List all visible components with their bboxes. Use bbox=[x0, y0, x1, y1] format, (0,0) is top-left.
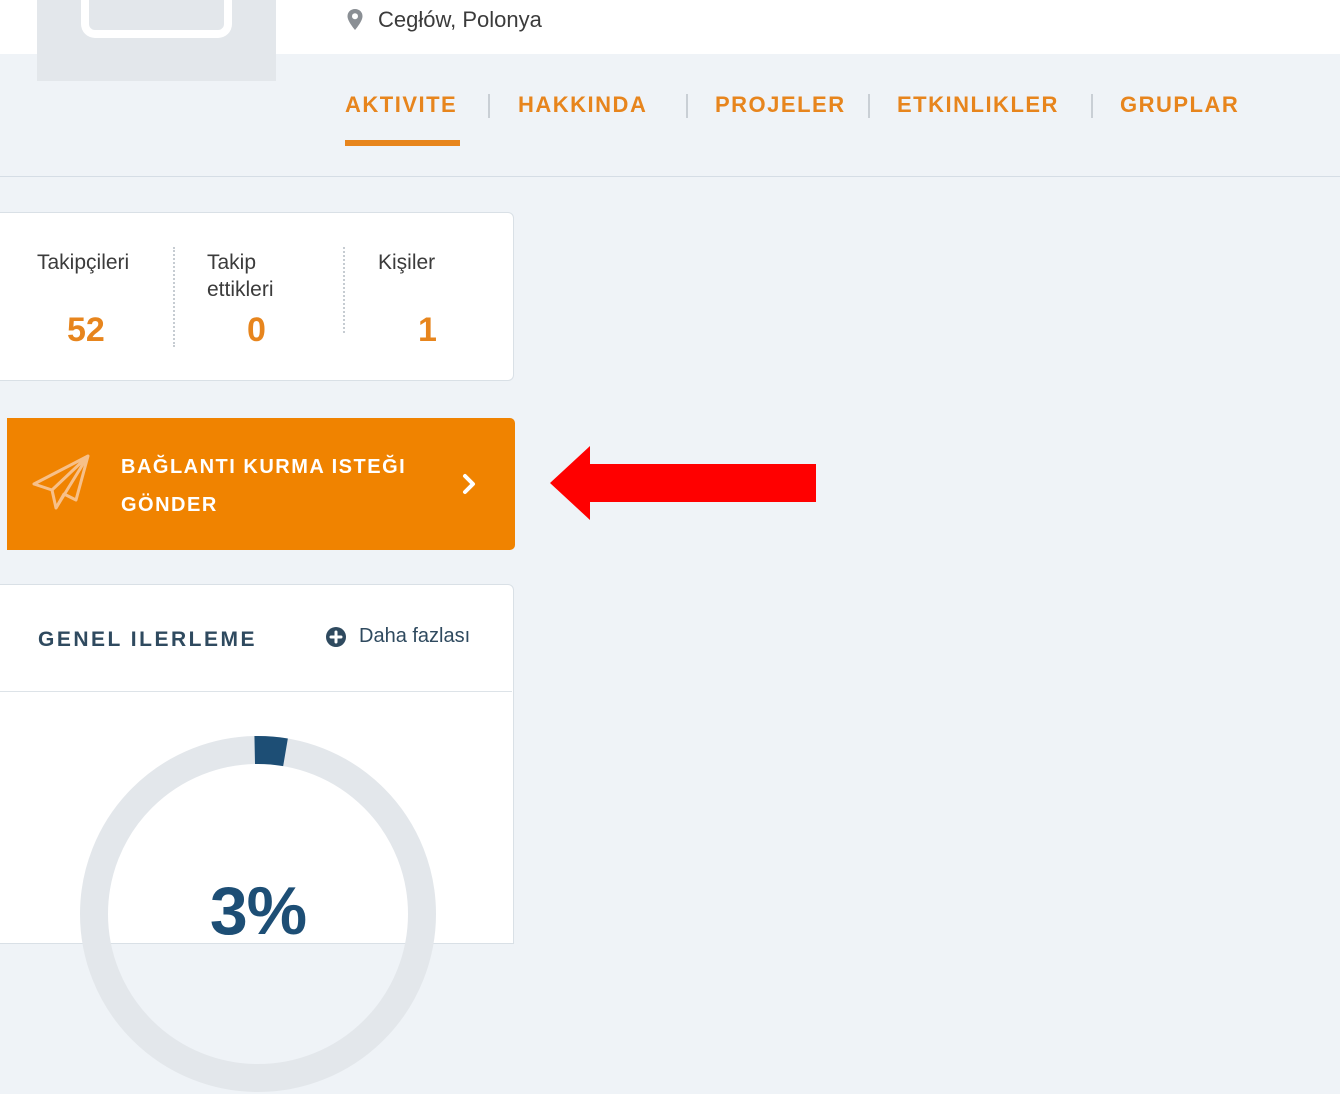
location-pin-icon bbox=[347, 9, 363, 30]
avatar-placeholder-shape bbox=[81, 0, 232, 38]
more-link[interactable]: Daha fazlası bbox=[325, 625, 470, 648]
stats-card: Takipçileri 52 Takip ettikleri 0 Kişiler… bbox=[0, 212, 514, 381]
tab-hakkinda[interactable]: HAKKINDA bbox=[518, 92, 647, 118]
stat-contacts[interactable]: Kişiler bbox=[378, 249, 488, 276]
paper-plane-icon bbox=[32, 454, 90, 510]
stat-label: Kişiler bbox=[378, 251, 436, 274]
tab-separator bbox=[488, 94, 490, 118]
tab-separator bbox=[868, 94, 870, 118]
stat-label: Takipçileri bbox=[37, 251, 130, 274]
stat-followers[interactable]: Takipçileri bbox=[37, 249, 157, 276]
location-text: Cegłów, Polonya bbox=[378, 7, 542, 32]
send-connection-request-button[interactable]: BAĞLANTI KURMA ISTEĞI GÖNDER bbox=[7, 418, 515, 550]
cta-label-line-2: GÖNDER bbox=[121, 494, 218, 516]
stat-divider bbox=[173, 247, 175, 347]
active-tab-indicator bbox=[345, 140, 460, 146]
plus-circle-icon bbox=[326, 626, 346, 647]
tab-etkinlikler[interactable]: ETKINLIKLER bbox=[897, 92, 1059, 118]
tab-aktivite[interactable]: AKTIVITE bbox=[345, 92, 457, 118]
profile-tabs: AKTIVITE HAKKINDA PROJELER ETKINLIKLER G… bbox=[0, 54, 1340, 177]
tab-separator bbox=[686, 94, 688, 118]
stat-divider bbox=[343, 247, 345, 333]
chevron-right-icon bbox=[463, 474, 475, 494]
stat-following[interactable]: Takip ettikleri bbox=[207, 249, 307, 303]
stat-followers-value[interactable]: 52 bbox=[67, 311, 105, 350]
tab-projeler[interactable]: PROJELER bbox=[715, 92, 846, 118]
tab-separator bbox=[1091, 94, 1093, 118]
cta-label: BAĞLANTI KURMA ISTEĞI GÖNDER bbox=[121, 448, 441, 524]
location: Cegłów, Polonya bbox=[346, 6, 542, 34]
progress-title: GENEL ILERLEME bbox=[38, 628, 257, 651]
progress-arc bbox=[254, 736, 288, 767]
progress-percentage: 3% bbox=[209, 873, 307, 949]
stat-label: Takip ettikleri bbox=[207, 251, 274, 301]
progress-card-header: GENEL ILERLEME Daha fazlası bbox=[0, 585, 512, 692]
stat-following-value[interactable]: 0 bbox=[247, 311, 266, 350]
red-annotation-arrow-icon bbox=[550, 446, 816, 520]
tab-gruplar[interactable]: GRUPLAR bbox=[1120, 92, 1239, 118]
more-link-label: Daha fazlası bbox=[359, 625, 471, 647]
cta-label-line-1: BAĞLANTI KURMA ISTEĞI bbox=[121, 456, 407, 478]
stat-contacts-value[interactable]: 1 bbox=[418, 311, 437, 350]
